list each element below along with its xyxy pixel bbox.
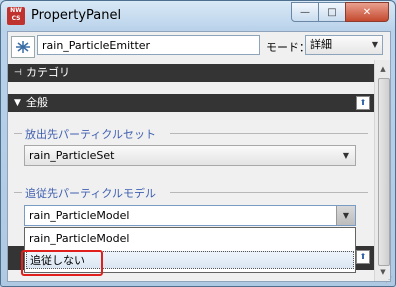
pin-top-icon[interactable]: ⬆ [356,250,370,264]
minimize-icon: — [300,6,310,18]
maximize-button[interactable]: □ [318,2,346,22]
collapse-triangle-icon: ▼ [14,98,21,108]
close-button[interactable]: ✕ [345,2,389,22]
title-bar[interactable]: NW CS PropertyPanel — □ ✕ [1,1,395,31]
scroll-up-icon[interactable]: ▲ [376,62,390,76]
resize-grip-icon[interactable]: ⋰ [385,275,393,284]
dropdown-option[interactable]: rain_ParticleModel [26,230,354,248]
property-panel-window: NW CS PropertyPanel — □ ✕ rain_ParticleE… [0,0,396,287]
category-section-label: カテゴリ [26,66,70,79]
follow-target-value: rain_ParticleModel [29,209,130,222]
pin-top-icon[interactable]: ⬆ [356,96,370,110]
chevron-down-icon: ▼ [342,151,350,160]
emit-target-select[interactable]: rain_ParticleSet ▼ [24,145,356,166]
category-section-bar[interactable]: ⊣ カテゴリ [8,64,374,82]
group-divider [14,133,22,134]
emit-target-value: rain_ParticleSet [29,149,115,162]
mode-label: モード： [266,41,310,54]
emit-target-label: 放出先パーティクルセット [25,128,157,141]
toolbar: rain_ParticleEmitter モード： 詳細 ▼ [8,32,390,60]
follow-target-label: 追従先パーティクルモデル [25,187,157,200]
chevron-down-icon: ▼ [371,40,378,49]
follow-target-select[interactable]: rain_ParticleModel ▼ [24,205,356,226]
group-divider [170,133,368,134]
node-name-field[interactable]: rain_ParticleEmitter [37,35,260,55]
mode-select[interactable]: 詳細 ▼ [305,35,383,55]
mode-value: 詳細 [310,38,332,51]
group-divider [170,192,368,193]
chevron-down-icon: ▼ [336,206,355,225]
vertical-scrollbar[interactable]: ▲ ▼ [374,60,390,281]
scroll-thumb[interactable] [378,78,390,266]
panel-client: rain_ParticleEmitter モード： 詳細 ▼ ⊣ カテゴリ ▼ … [7,31,391,282]
close-icon: ✕ [362,6,372,18]
minimize-button[interactable]: — [291,2,319,22]
highlight-box [21,250,103,276]
general-section-bar[interactable]: ▼ 全般 ⬆ [8,94,374,112]
general-section-label: 全般 [26,96,48,109]
emitter-icon [11,36,35,58]
app-icon: NW CS [7,7,25,25]
group-divider [14,192,22,193]
pin-icon: ⊣ [14,68,22,78]
window-title: PropertyPanel [31,8,122,23]
maximize-icon: □ [327,6,337,18]
window-controls: — □ ✕ [291,2,389,22]
